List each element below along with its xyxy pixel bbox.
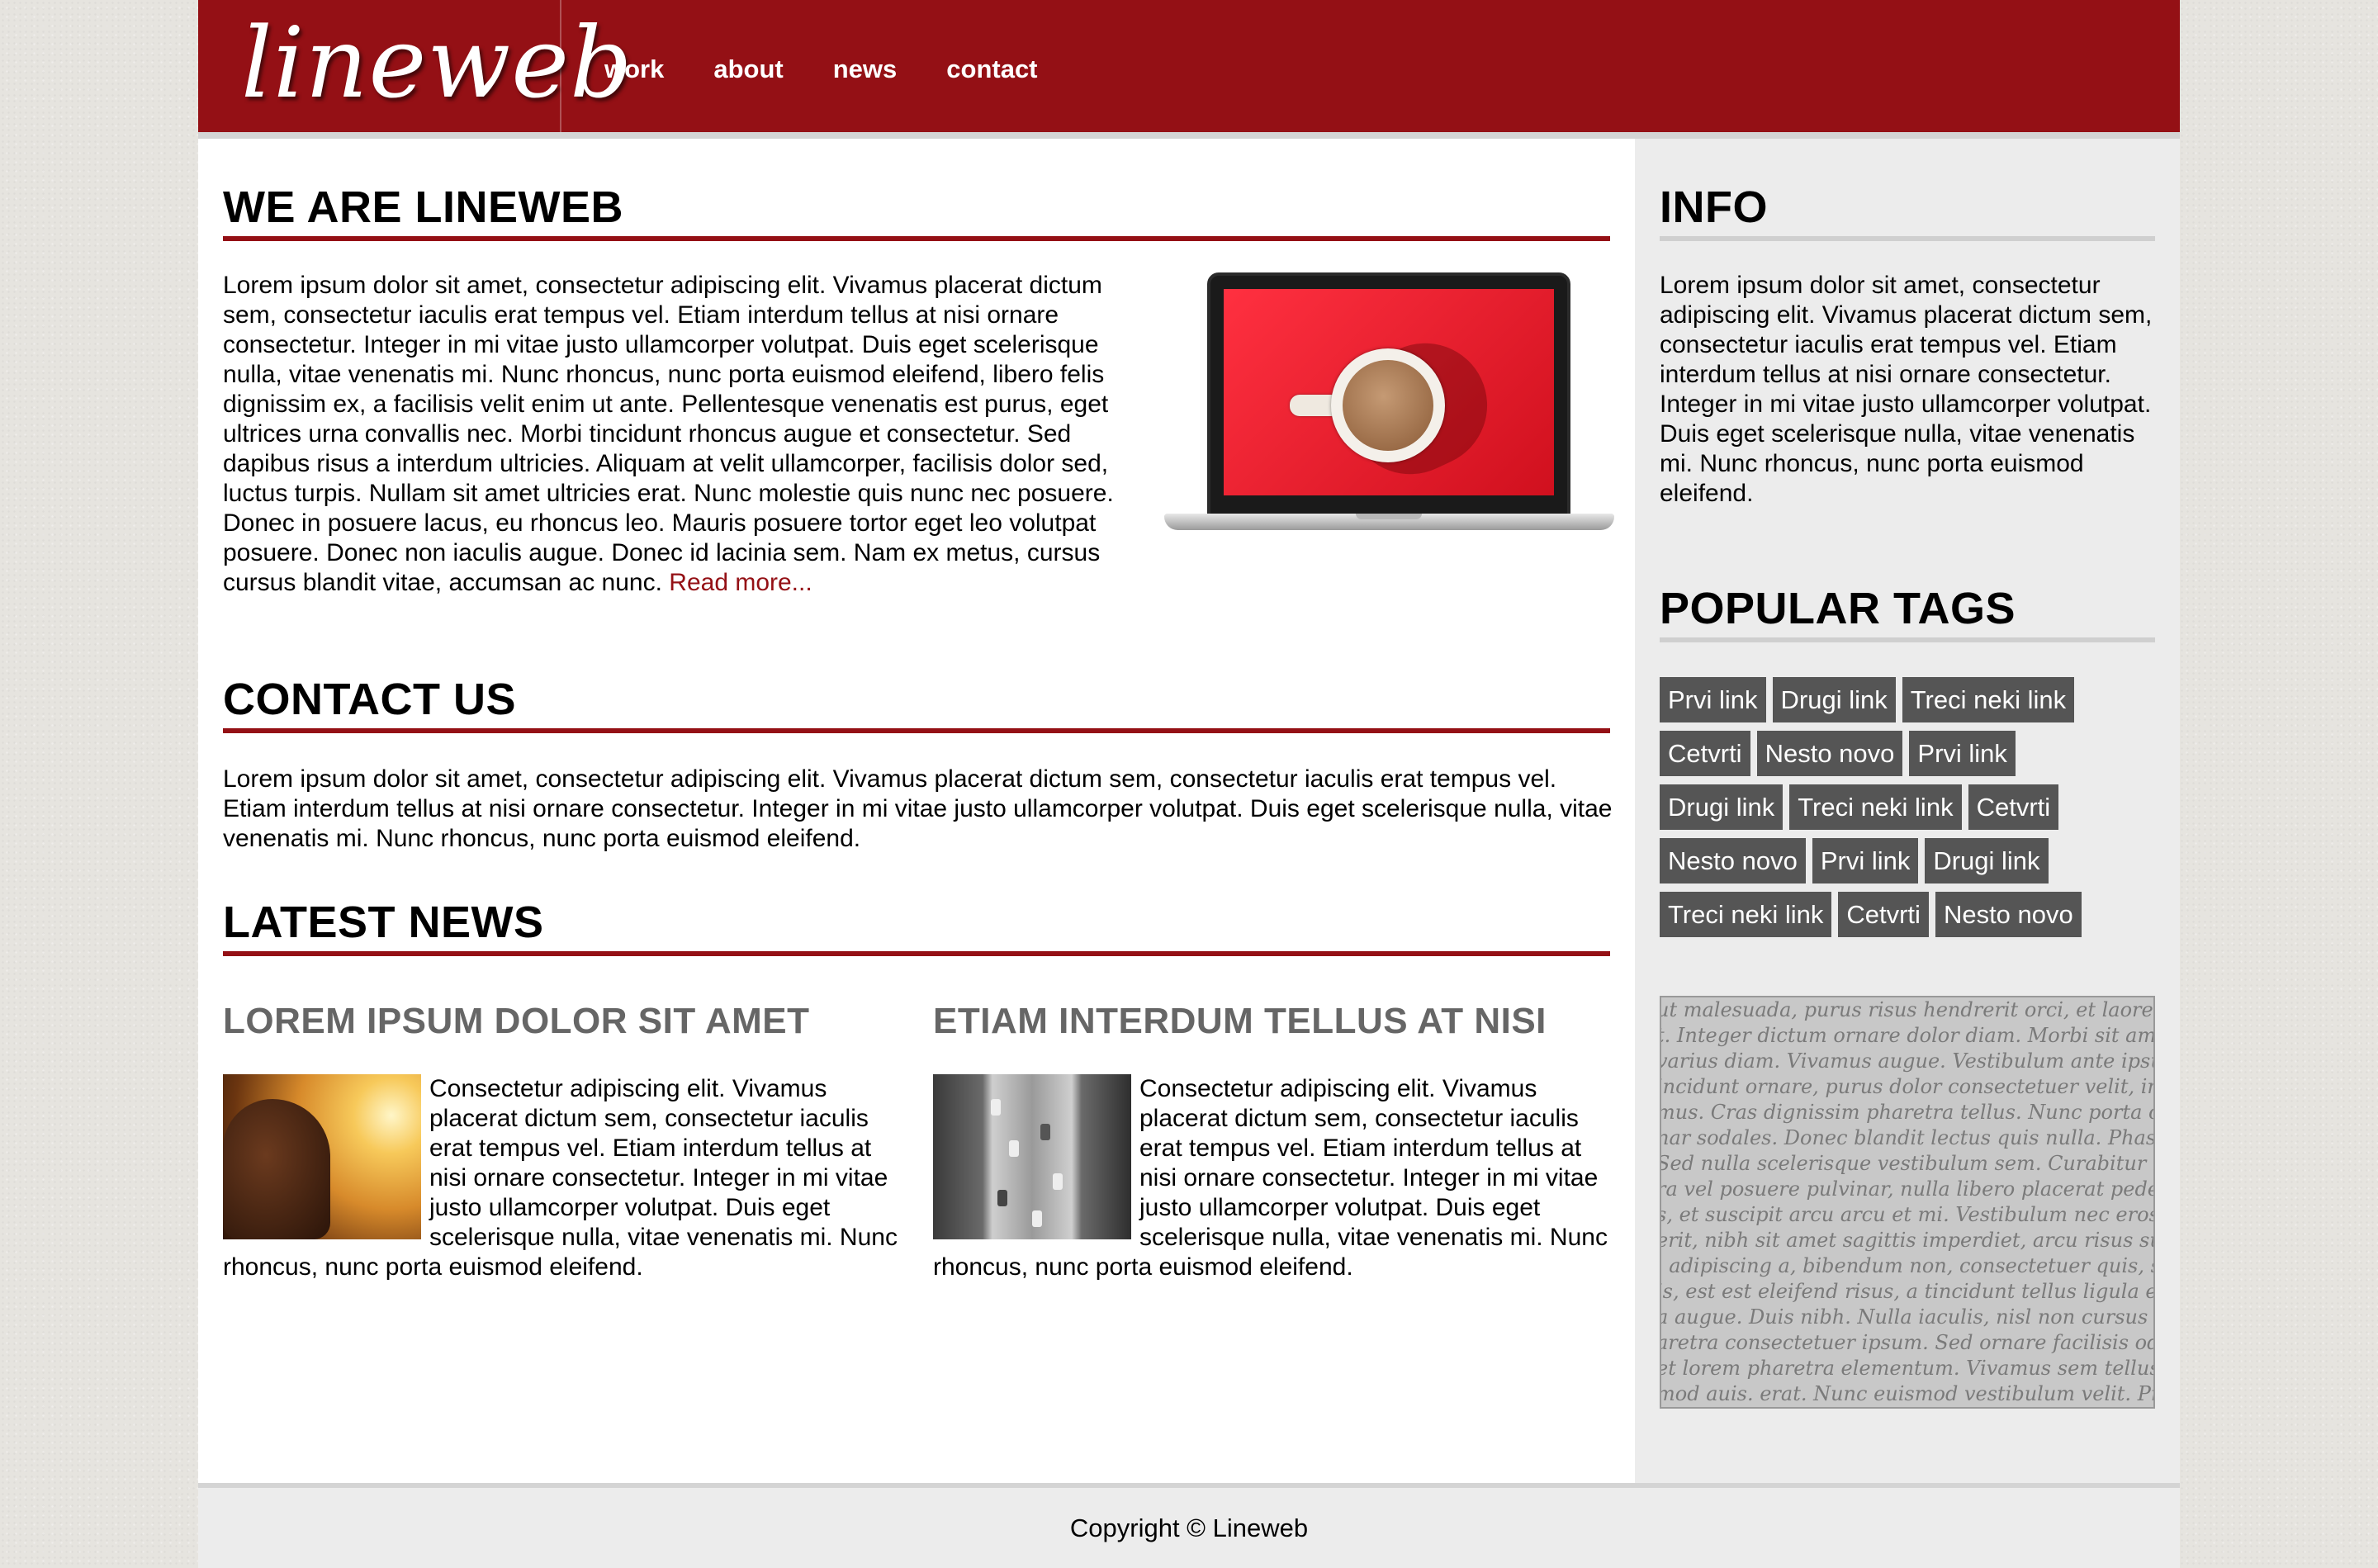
tag-row: Prvi link Drugi link Treci neki link [1660,677,2163,722]
tag-link[interactable]: Drugi link [1660,784,1784,830]
nav-item-news[interactable]: news [833,54,898,84]
script-line: nar sodales. Donec blandit lectus quis n… [1660,1126,2155,1149]
site-header: lineweb work about news contact [198,0,2180,132]
news-item-2: Consectetur adipiscing elit. Vivamus pla… [933,1074,1610,1282]
tag-link[interactable]: Cetvrti [1968,784,2059,830]
coffee-cup-photo [1224,289,1554,495]
news-item-1-title[interactable]: LOREM IPSUM DOLOR SIT AMET [223,1001,809,1042]
laptop-screen [1207,272,1570,519]
script-line: s, et suscipit arcu arcu et mi. Vestibul… [1661,1203,2155,1226]
info-rule [1660,236,2155,241]
tag-link[interactable]: Nesto novo [1756,731,1903,776]
script-line: t. Integer dictum ornare dolor diam. Mor… [1661,1024,2155,1047]
tag-link[interactable]: Treci neki link [1902,677,2075,722]
script-line: ra vel posuere pulvinar, nulla libero pl… [1661,1177,2153,1201]
tag-row: Drugi link Treci neki link Cetvrti [1660,784,2163,830]
tag-link[interactable]: Drugi link [1772,677,1896,722]
script-line: ut malesuada, purus risus hendrerit orci… [1661,998,2153,1021]
site-footer: Copyright © Lineweb [198,1488,2180,1568]
main-content: WE ARE LINEWEB Lorem ipsum dolor sit ame… [198,139,1635,1483]
tag-row: Treci neki link Cetvrti Nesto novo [1660,892,2163,937]
laptop-image [1164,272,1614,537]
info-heading: INFO [1660,182,1768,232]
tag-link[interactable]: Prvi link [1909,731,2016,776]
nav-item-about[interactable]: about [713,54,783,84]
news-heading: LATEST NEWS [223,898,544,947]
tag-link[interactable]: Drugi link [1925,838,2049,883]
tag-cloud: Prvi link Drugi link Treci neki link Cet… [1660,677,2163,945]
page-wrapper: lineweb work about news contact WE ARE L… [198,0,2180,1568]
script-line: , adipiscing a, bibendum non, consectetu… [1661,1254,2153,1277]
site-logo[interactable]: lineweb [241,9,633,117]
tag-row: Nesto novo Prvi link Drugi link [1660,838,2163,883]
tag-link[interactable]: Prvi link [1812,838,1919,883]
sidebar: INFO Lorem ipsum dolor sit amet, consect… [1635,139,2180,1483]
script-line: incidunt ornare, purus dolor consectetue… [1660,1075,2153,1098]
script-line: a augue. Duis nibh. Nulla iaculis, nisl … [1661,1305,2153,1329]
news-item-2-thumbnail[interactable] [933,1074,1131,1239]
main-nav: work about news contact [604,54,1038,84]
tag-link[interactable]: Treci neki link [1789,784,1962,830]
info-text: Lorem ipsum dolor sit amet, consectetur … [1660,272,2153,507]
tags-heading: POPULAR TAGS [1660,584,2016,633]
nav-item-work[interactable]: work [604,54,664,84]
news-item-2-title[interactable]: ETIAM INTERDUM TELLUS AT NISI [933,1001,1547,1042]
about-rule [223,236,1610,241]
tag-link[interactable]: Prvi link [1660,677,1766,722]
script-line: varius diam. Vivamus augue. Vestibulum a… [1660,1049,2153,1073]
copyright-text: Copyright © Lineweb [1069,1514,1309,1542]
about-heading: WE ARE LINEWEB [223,182,623,232]
script-line: erit, nibh sit amet sagittis imperdiet, … [1660,1229,2153,1252]
tag-link[interactable]: Nesto novo [1660,838,1806,883]
tag-link[interactable]: Nesto novo [1935,892,2082,937]
contact-rule [223,728,1610,733]
nav-item-contact[interactable]: contact [946,54,1037,84]
contact-text: Lorem ipsum dolor sit amet, consectetur … [223,765,1613,852]
tag-link[interactable]: Cetvrti [1838,892,1929,937]
script-line: mus. Cras dignissim pharetra tellus. Nun… [1660,1101,2153,1124]
contact-heading: CONTACT US [223,675,516,724]
tag-link[interactable]: Cetvrti [1660,731,1750,776]
logo-container[interactable]: lineweb [198,0,632,132]
header-divider [198,132,2180,139]
script-line: et lorem pharetra elementum. Vivamus sem… [1661,1357,2153,1380]
news-item-1: Consectetur adipiscing elit. Vivamus pla… [223,1074,900,1282]
script-line: aretra consectetuer ipsum. Sed ornare fa… [1660,1331,2153,1354]
script-line: mod auis. erat. Nunc euismod vestibulum … [1660,1382,2153,1405]
calligraphy-image: ut malesuada, purus risus hendrerit orci… [1660,996,2155,1409]
tags-rule [1660,637,2155,642]
about-text: Lorem ipsum dolor sit amet, consectetur … [223,271,1131,598]
script-line: Sed nulla scelerisque vestibulum sem. Cu… [1660,1152,2153,1175]
tag-link[interactable]: Treci neki link [1660,892,1832,937]
about-body: Lorem ipsum dolor sit amet, consectetur … [223,272,1114,596]
tag-row: Cetvrti Nesto novo Prvi link [1660,731,2163,776]
news-rule [223,951,1610,956]
news-item-1-thumbnail[interactable] [223,1074,421,1239]
script-line: is, est est eleifend risus, a tincidunt … [1661,1280,2153,1303]
read-more-link[interactable]: Read more... [669,569,812,596]
